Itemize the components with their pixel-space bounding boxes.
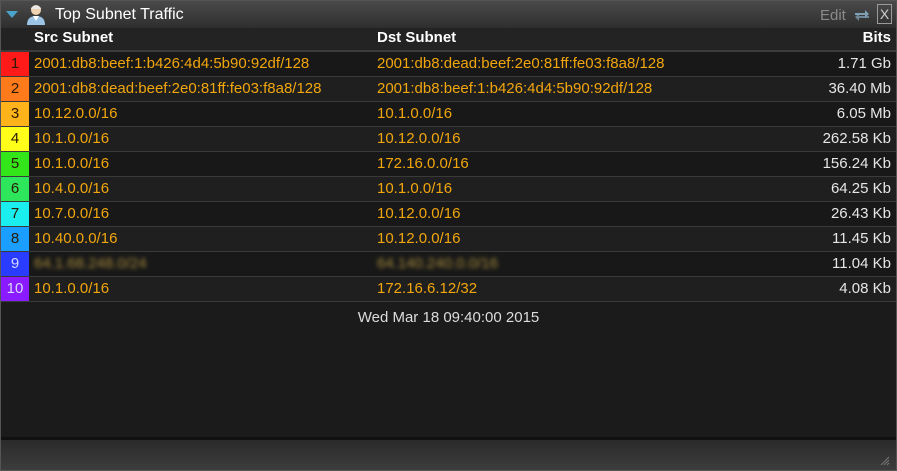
table-row[interactable]: 8 10.40.0.0/16 10.12.0.0/16 11.45 Kb <box>1 227 896 252</box>
table-row[interactable]: 1 2001:db8:beef:1:b426:4d4:5b90:92df/128 2… <box>1 52 896 77</box>
rank-badge: 5 <box>1 152 29 176</box>
column-header-dst-subnet[interactable]: Dst Subnet <box>377 29 456 46</box>
bits-cell: 156.24 Kb <box>822 155 891 172</box>
bits-cell: 64.25 Kb <box>830 180 891 197</box>
dst-subnet-cell[interactable]: 10.12.0.0/16 <box>377 227 460 251</box>
bits-cell: 36.40 Mb <box>828 80 891 97</box>
bits-cell: 4.08 Kb <box>839 280 891 297</box>
table-row[interactable]: 9 64.1.68.248.0/24 64.140.240.0.0/16 11.04 … <box>1 252 896 277</box>
table-header: Src Subnet Dst Subnet Bits <box>1 28 896 52</box>
src-subnet-cell[interactable]: 10.1.0.0/16 <box>34 152 109 176</box>
dst-subnet-cell[interactable]: 172.16.0.0/16 <box>377 152 469 176</box>
src-subnet-cell[interactable]: 10.7.0.0/16 <box>34 202 109 226</box>
rank-badge: 2 <box>1 77 29 101</box>
src-subnet-cell[interactable]: 10.1.0.0/16 <box>34 277 109 301</box>
src-subnet-cell[interactable]: 10.4.0.0/16 <box>34 177 109 201</box>
rank-badge: 9 <box>1 252 29 276</box>
dst-subnet-cell[interactable]: 172.16.6.12/32 <box>377 277 477 301</box>
widget-title: Top Subnet Traffic <box>55 6 184 23</box>
src-subnet-cell[interactable]: 10.40.0.0/16 <box>34 227 117 251</box>
close-button[interactable]: X <box>877 4 892 24</box>
resize-grip-icon[interactable] <box>878 454 890 466</box>
rank-badge: 6 <box>1 177 29 201</box>
table-row[interactable]: 6 10.4.0.0/16 10.1.0.0/16 64.25 Kb <box>1 177 896 202</box>
bits-cell: 11.45 Kb <box>832 230 891 247</box>
bits-cell: 26.43 Kb <box>830 205 891 222</box>
dst-subnet-cell[interactable]: 10.1.0.0/16 <box>377 102 452 126</box>
bits-cell: 262.58 Kb <box>822 130 891 147</box>
table-row[interactable]: 4 10.1.0.0/16 10.12.0.0/16 262.58 Kb <box>1 127 896 152</box>
bits-cell: 11.04 Kb <box>832 255 891 272</box>
refresh-arrows-icon[interactable] <box>853 8 871 22</box>
widget-titlebar: Top Subnet Traffic Edit X <box>1 1 896 29</box>
subnet-traffic-widget: Top Subnet Traffic Edit X Src Subnet Dst… <box>0 0 897 471</box>
src-subnet-cell[interactable]: 2001:db8:beef:1:b426:4d4:5b90:92df/128 <box>34 52 309 76</box>
rank-badge: 8 <box>1 227 29 251</box>
dst-subnet-cell[interactable]: 64.140.240.0.0/16 <box>377 252 498 276</box>
bits-cell: 1.71 Gb <box>837 55 891 72</box>
edit-link[interactable]: Edit <box>820 7 846 24</box>
src-subnet-cell[interactable]: 64.1.68.248.0/24 <box>34 252 147 276</box>
collapse-triangle-icon[interactable] <box>6 11 18 18</box>
user-icon <box>27 5 45 25</box>
traffic-table-body: 1 2001:db8:beef:1:b426:4d4:5b90:92df/128 2… <box>1 52 896 302</box>
table-row[interactable]: 7 10.7.0.0/16 10.12.0.0/16 26.43 Kb <box>1 202 896 227</box>
table-row[interactable]: 10 10.1.0.0/16 172.16.6.12/32 4.08 Kb <box>1 277 896 302</box>
timestamp: Wed Mar 18 09:40:00 2015 <box>357 309 540 326</box>
table-row[interactable]: 2 2001:db8:dead:beef:2e0:81ff:fe03:f8a8/1… <box>1 77 896 102</box>
table-row[interactable]: 3 10.12.0.0/16 10.1.0.0/16 6.05 Mb <box>1 102 896 127</box>
column-header-bits[interactable]: Bits <box>863 29 891 46</box>
column-header-src-subnet[interactable]: Src Subnet <box>34 29 113 46</box>
rank-badge: 4 <box>1 127 29 151</box>
table-row[interactable]: 5 10.1.0.0/16 172.16.0.0/16 156.24 Kb <box>1 152 896 177</box>
src-subnet-cell[interactable]: 10.12.0.0/16 <box>34 102 117 126</box>
rank-badge: 1 <box>1 52 29 76</box>
src-subnet-cell[interactable]: 2001:db8:dead:beef:2e0:81ff:fe03:f8a8/12… <box>34 77 322 101</box>
dst-subnet-cell[interactable]: 10.1.0.0/16 <box>377 177 452 201</box>
widget-statusbar <box>1 437 896 470</box>
dst-subnet-cell[interactable]: 10.12.0.0/16 <box>377 202 460 226</box>
src-subnet-cell[interactable]: 10.1.0.0/16 <box>34 127 109 151</box>
dst-subnet-cell[interactable]: 10.12.0.0/16 <box>377 127 460 151</box>
dst-subnet-cell[interactable]: 2001:db8:beef:1:b426:4d4:5b90:92df/128 <box>377 77 652 101</box>
rank-badge: 3 <box>1 102 29 126</box>
dst-subnet-cell[interactable]: 2001:db8:dead:beef:2e0:81ff:fe03:f8a8/12… <box>377 52 665 76</box>
rank-badge: 10 <box>1 277 29 301</box>
rank-badge: 7 <box>1 202 29 226</box>
bits-cell: 6.05 Mb <box>836 105 891 122</box>
